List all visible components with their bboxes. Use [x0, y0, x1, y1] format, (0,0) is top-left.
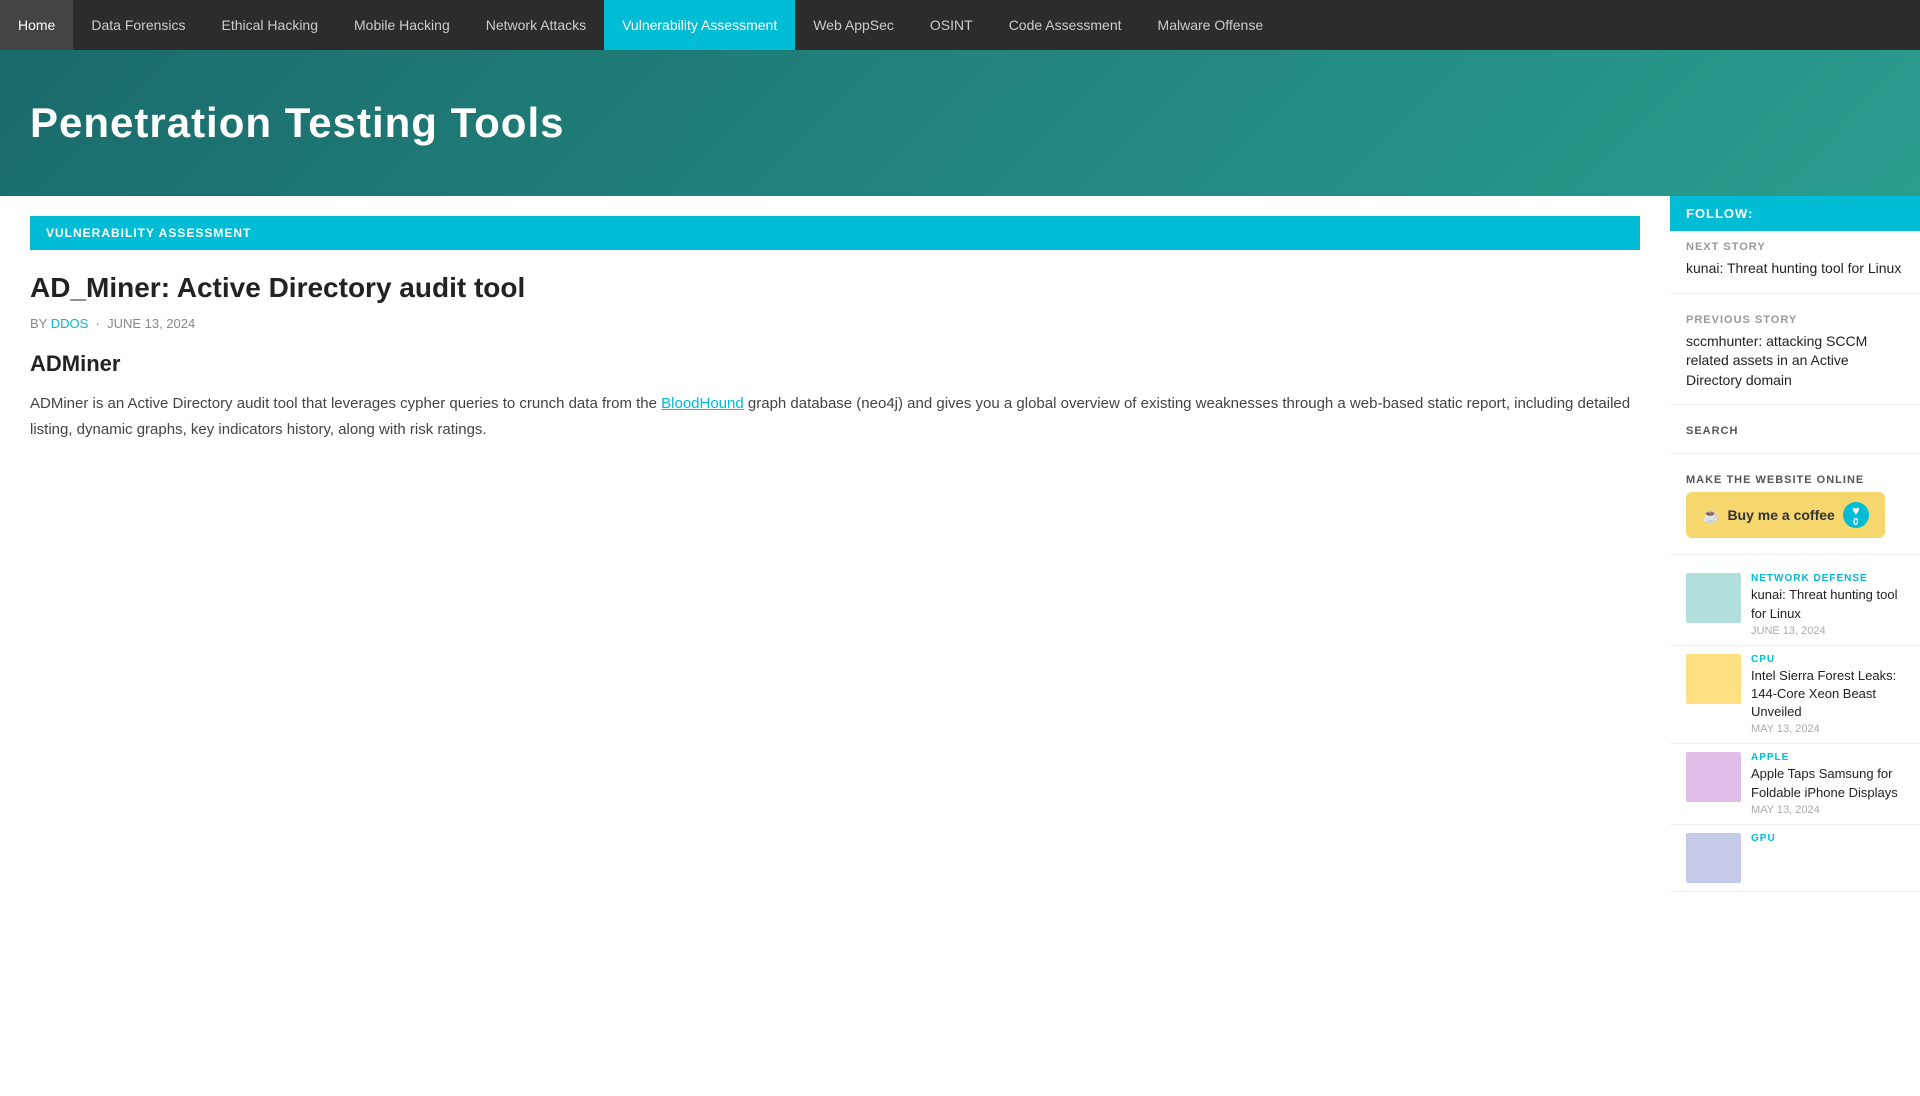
nav-item-mobile-hacking[interactable]: Mobile Hacking: [336, 0, 468, 50]
news-category: NETWORK DEFENSE: [1751, 573, 1904, 584]
prev-story-label: PREVIOUS STORY: [1686, 314, 1904, 326]
article-date: JUNE 13, 2024: [107, 316, 195, 331]
sidebar-news-item[interactable]: NETWORK DEFENSE kunai: Threat hunting to…: [1670, 565, 1920, 645]
news-date: JUNE 13, 2024: [1751, 625, 1904, 637]
article-meta: BY DDOS · JUNE 13, 2024: [30, 316, 1640, 331]
author-link[interactable]: DDOS: [51, 316, 89, 331]
site-title: Penetration Testing Tools: [30, 99, 564, 147]
coffee-icon: ☕: [1702, 507, 1719, 524]
main-nav: HomeData ForensicsEthical HackingMobile …: [0, 0, 1920, 50]
news-title: Apple Taps Samsung for Foldable iPhone D…: [1751, 765, 1904, 801]
section-heading: ADMiner: [30, 351, 1640, 377]
nav-item-data-forensics[interactable]: Data Forensics: [73, 0, 203, 50]
next-story-section: NEXT STORY kunai: Threat hunting tool fo…: [1670, 231, 1920, 283]
nav-item-web-appsec[interactable]: Web AppSec: [795, 0, 912, 50]
buy-coffee-label: Buy me a coffee: [1727, 507, 1834, 523]
buy-coffee-button[interactable]: ☕ Buy me a coffee ♥ 0: [1686, 492, 1885, 538]
news-category: CPU: [1751, 654, 1904, 665]
nav-item-malware-offense[interactable]: Malware Offense: [1140, 0, 1282, 50]
nav-item-osint[interactable]: OSINT: [912, 0, 991, 50]
news-info: NETWORK DEFENSE kunai: Threat hunting to…: [1751, 573, 1904, 636]
news-date: MAY 13, 2024: [1751, 723, 1904, 735]
nav-item-home[interactable]: Home: [0, 0, 73, 50]
category-label: VULNERABILITY ASSESSMENT: [30, 216, 1640, 250]
next-story-label: NEXT STORY: [1686, 241, 1904, 253]
nav-item-vulnerability-assessment[interactable]: Vulnerability Assessment: [604, 0, 795, 50]
news-thumb: [1686, 833, 1741, 883]
article-body: ADMiner ADMiner is an Active Directory a…: [30, 351, 1640, 442]
news-info: CPU Intel Sierra Forest Leaks: 144-Core …: [1751, 654, 1904, 736]
news-category: APPLE: [1751, 752, 1904, 763]
news-thumb: [1686, 654, 1741, 704]
nav-item-network-attacks[interactable]: Network Attacks: [468, 0, 604, 50]
follow-label: FOLLOW:: [1686, 206, 1753, 221]
next-story-title[interactable]: kunai: Threat hunting tool for Linux: [1686, 259, 1904, 279]
news-category: GPU: [1751, 833, 1776, 844]
heart-badge: ♥ 0: [1843, 502, 1869, 528]
main-content: VULNERABILITY ASSESSMENT AD_Miner: Activ…: [0, 196, 1670, 1096]
sidebar-news-item[interactable]: CPU Intel Sierra Forest Leaks: 144-Core …: [1670, 646, 1920, 745]
prev-story-section: PREVIOUS STORY sccmhunter: attacking SCC…: [1670, 304, 1920, 395]
news-thumb: [1686, 752, 1741, 802]
nav-item-ethical-hacking[interactable]: Ethical Hacking: [204, 0, 337, 50]
search-label: SEARCH: [1670, 415, 1920, 443]
prev-story-title[interactable]: sccmhunter: attacking SCCM related asset…: [1686, 332, 1904, 391]
site-header: Penetration Testing Tools: [0, 50, 1920, 196]
sidebar-news-list: NETWORK DEFENSE kunai: Threat hunting to…: [1670, 565, 1920, 891]
news-info: APPLE Apple Taps Samsung for Foldable iP…: [1751, 752, 1904, 815]
bloodhound-link[interactable]: BloodHound: [661, 395, 744, 412]
article-title: AD_Miner: Active Directory audit tool: [30, 270, 1640, 306]
nav-item-code-assessment[interactable]: Code Assessment: [991, 0, 1140, 50]
news-title: kunai: Threat hunting tool for Linux: [1751, 586, 1904, 622]
sidebar: FOLLOW: NEXT STORY kunai: Threat hunting…: [1670, 196, 1920, 1096]
make-online-label: MAKE THE WEBSITE ONLINE: [1670, 464, 1920, 492]
news-date: MAY 13, 2024: [1751, 804, 1904, 816]
heart-icon: ♥: [1852, 503, 1860, 518]
article-paragraph: ADMiner is an Active Directory audit too…: [30, 391, 1640, 442]
heart-count: 0: [1853, 518, 1859, 528]
news-info: GPU: [1751, 833, 1776, 846]
news-title: Intel Sierra Forest Leaks: 144-Core Xeon…: [1751, 667, 1904, 722]
news-thumb: [1686, 573, 1741, 623]
sidebar-follow: FOLLOW:: [1670, 196, 1920, 231]
sidebar-news-item[interactable]: GPU: [1670, 825, 1920, 892]
sidebar-news-item[interactable]: APPLE Apple Taps Samsung for Foldable iP…: [1670, 744, 1920, 824]
